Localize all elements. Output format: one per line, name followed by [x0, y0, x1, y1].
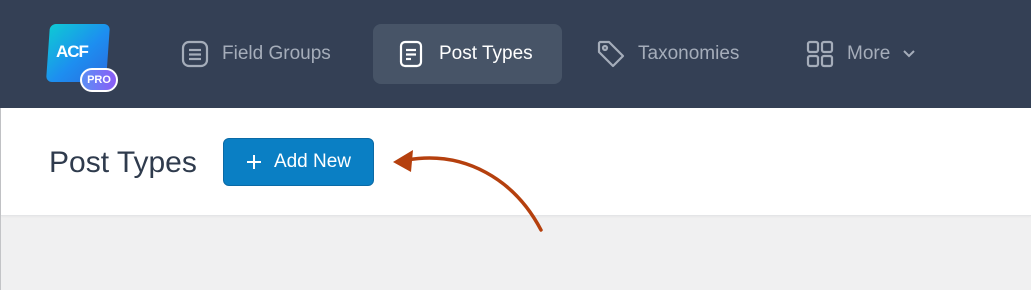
- nav-item-taxonomies[interactable]: Taxonomies: [572, 24, 763, 84]
- top-navigation-bar: ACF PRO Field Groups Post Types Taxonomi…: [0, 0, 1031, 108]
- tag-icon: [596, 39, 626, 69]
- page-title: Post Types: [49, 146, 197, 179]
- logo-text: ACF: [56, 42, 89, 61]
- nav-label: Field Groups: [222, 43, 331, 64]
- annotation-arrow-icon: [393, 150, 543, 232]
- chevron-down-icon: [902, 49, 916, 59]
- plus-icon: [246, 154, 262, 170]
- document-icon: [397, 39, 427, 69]
- acf-pro-logo[interactable]: ACF PRO: [45, 24, 120, 92]
- grid-icon: [805, 39, 835, 69]
- pro-badge: PRO: [80, 68, 118, 92]
- nav-label: Post Types: [439, 43, 533, 64]
- add-new-label: Add New: [273, 151, 352, 172]
- nav-label: Taxonomies: [638, 43, 740, 64]
- nav-item-post-types[interactable]: Post Types: [373, 24, 562, 84]
- add-new-button[interactable]: Add New: [223, 138, 374, 186]
- list-icon: [180, 39, 210, 69]
- nav-label: More: [847, 43, 891, 64]
- nav-item-more[interactable]: More: [781, 24, 940, 84]
- nav-item-field-groups[interactable]: Field Groups: [156, 24, 355, 84]
